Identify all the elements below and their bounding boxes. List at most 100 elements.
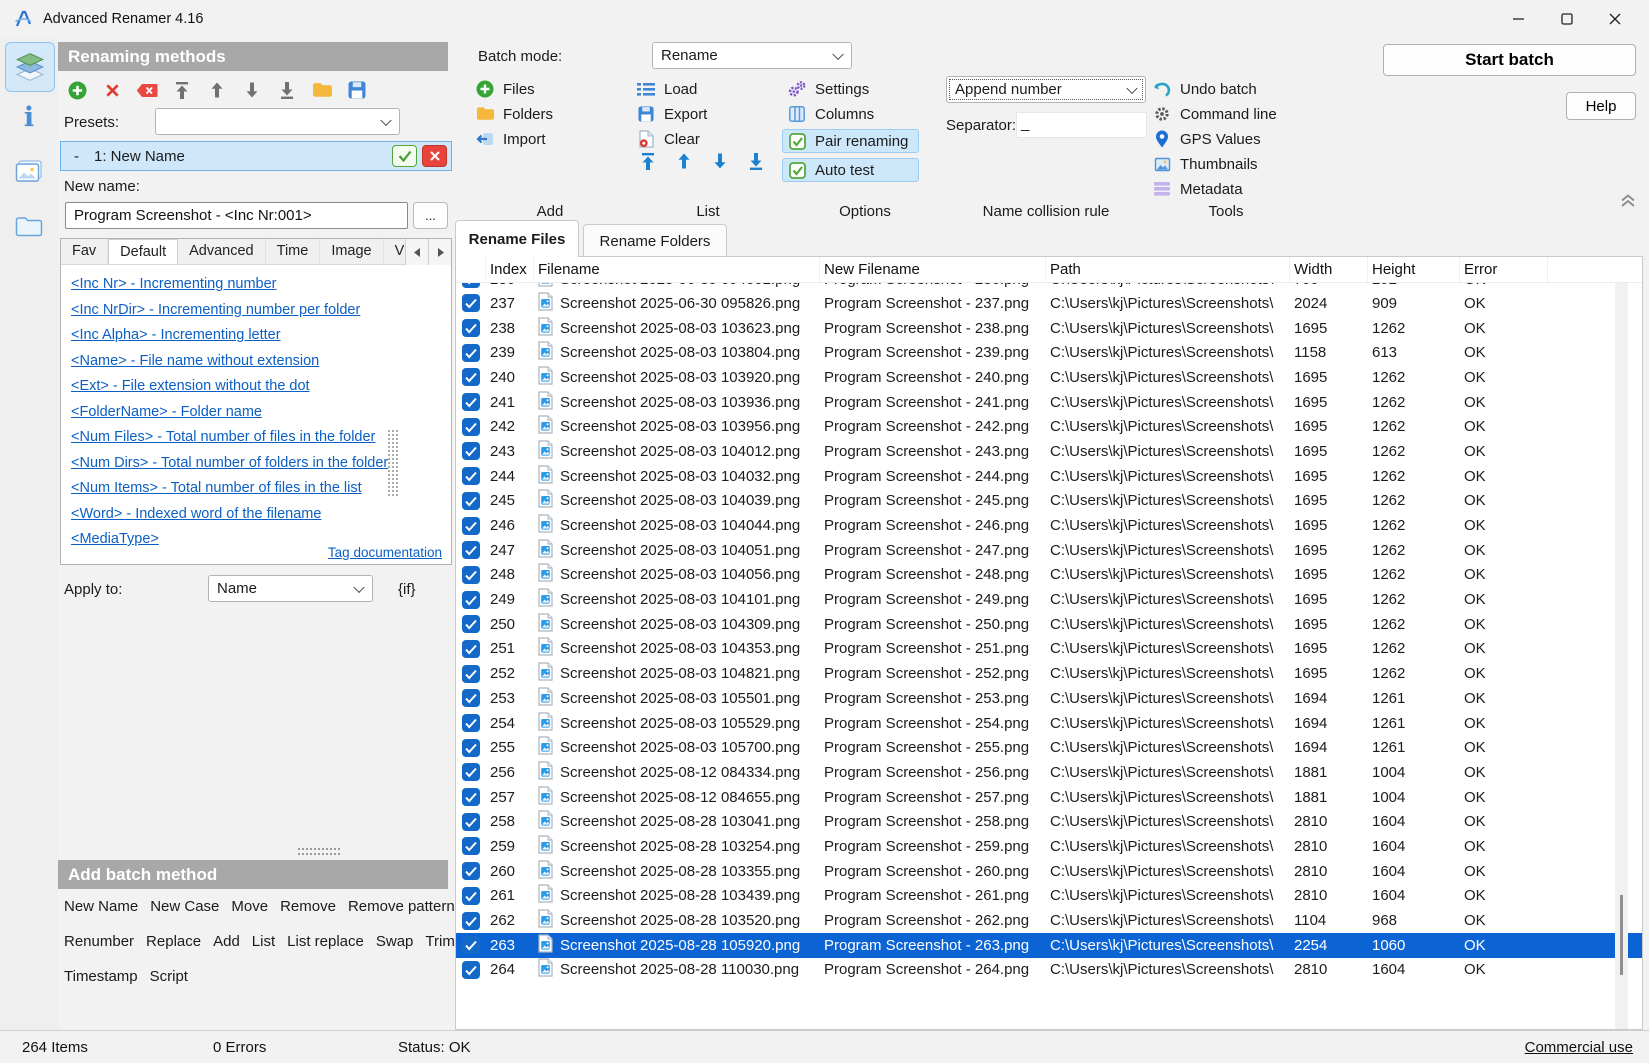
tab-scroll-right-button[interactable] — [428, 239, 451, 265]
row-checkbox[interactable] — [456, 615, 486, 633]
table-row[interactable]: 247Screenshot 2025-08-03 104051.pngProgr… — [456, 538, 1642, 563]
move-method-bottom-button[interactable] — [276, 79, 298, 101]
row-checkbox[interactable] — [456, 640, 486, 658]
batch-method-trim[interactable]: Trim — [425, 933, 454, 951]
table-row[interactable]: 261Screenshot 2025-08-28 103439.pngProgr… — [456, 884, 1642, 909]
col-height[interactable]: Height — [1368, 257, 1460, 282]
row-checkbox[interactable] — [456, 319, 486, 337]
metadata-button[interactable]: Metadata — [1152, 179, 1277, 199]
image-view-button[interactable] — [0, 160, 58, 184]
tag-link[interactable]: <Inc Nr> - Incrementing number — [71, 272, 441, 298]
row-checkbox[interactable] — [456, 591, 486, 609]
table-row[interactable]: 236Screenshot 2025-06-30 094002.pngProgr… — [456, 283, 1642, 291]
table-row[interactable]: 239Screenshot 2025-08-03 103804.pngProgr… — [456, 340, 1642, 365]
col-filename[interactable]: Filename — [534, 257, 820, 282]
batch-method-remove-pattern[interactable]: Remove pattern — [348, 898, 455, 916]
table-row[interactable]: 246Screenshot 2025-08-03 104044.pngProgr… — [456, 513, 1642, 538]
batch-mode-combobox[interactable]: Rename — [652, 42, 852, 69]
row-checkbox[interactable] — [456, 517, 486, 535]
row-checkbox[interactable] — [456, 418, 486, 436]
row-checkbox[interactable] — [456, 961, 486, 979]
batch-method-replace[interactable]: Replace — [146, 933, 201, 951]
row-checkbox[interactable] — [456, 467, 486, 485]
tag-link[interactable]: <Num Files> - Total number of files in t… — [71, 425, 441, 451]
batch-method-list-replace[interactable]: List replace — [287, 933, 364, 951]
row-checkbox[interactable] — [456, 283, 486, 288]
col-index[interactable]: Index — [486, 257, 534, 282]
renaming-methods-view-button[interactable] — [5, 42, 55, 92]
batch-method-remove[interactable]: Remove — [280, 898, 336, 916]
row-checkbox[interactable] — [456, 541, 486, 559]
batch-method-swap[interactable]: Swap — [376, 933, 414, 951]
move-file-up-button[interactable] — [677, 153, 691, 174]
browse-button[interactable]: ... — [413, 202, 448, 229]
table-row[interactable]: 251Screenshot 2025-08-03 104353.pngProgr… — [456, 637, 1642, 662]
col-error[interactable]: Error — [1460, 257, 1548, 282]
tag-tab-default[interactable]: Default — [108, 239, 178, 264]
row-checkbox[interactable] — [456, 492, 486, 510]
batch-method-timestamp[interactable]: Timestamp — [64, 968, 138, 986]
table-row[interactable]: 258Screenshot 2025-08-28 103041.pngProgr… — [456, 809, 1642, 834]
apply-to-combobox[interactable]: Name — [208, 575, 373, 602]
table-row[interactable]: 250Screenshot 2025-08-03 104309.pngProgr… — [456, 612, 1642, 637]
col-path[interactable]: Path — [1046, 257, 1290, 282]
tab-scroll-left-button[interactable] — [405, 239, 428, 265]
move-method-up-button[interactable] — [206, 79, 228, 101]
table-row[interactable]: 262Screenshot 2025-08-28 103520.pngProgr… — [456, 908, 1642, 933]
batch-method-add[interactable]: Add — [213, 933, 240, 951]
table-row[interactable]: 242Screenshot 2025-08-03 103956.pngProgr… — [456, 414, 1642, 439]
row-checkbox[interactable] — [456, 368, 486, 386]
vertical-scrollbar[interactable] — [1615, 283, 1628, 1029]
new-name-input[interactable] — [65, 202, 408, 229]
tag-link[interactable]: <Word> - Indexed word of the filename — [71, 502, 441, 528]
export-list-button[interactable]: Export — [636, 104, 707, 124]
add-files-button[interactable]: Files — [475, 79, 553, 99]
tag-link[interactable]: <Name> - File name without extension — [71, 349, 441, 375]
thumbnails-button[interactable]: Thumbnails — [1152, 154, 1277, 174]
col-checkbox[interactable] — [456, 257, 486, 282]
move-method-top-button[interactable] — [171, 79, 193, 101]
tag-documentation-link[interactable]: Tag documentation — [328, 545, 442, 560]
row-checkbox[interactable] — [456, 936, 486, 954]
auto-test-toggle[interactable]: Auto test — [782, 158, 919, 182]
undo-batch-button[interactable]: Undo batch — [1152, 79, 1277, 99]
batch-method-script[interactable]: Script — [150, 968, 188, 986]
method-collapse-toggle[interactable]: - — [74, 148, 79, 165]
table-row[interactable]: 254Screenshot 2025-08-03 105529.pngProgr… — [456, 711, 1642, 736]
horizontal-splitter-handle[interactable] — [298, 848, 340, 858]
add-folders-button[interactable]: Folders — [475, 104, 553, 124]
table-row[interactable]: 244Screenshot 2025-08-03 104032.pngProgr… — [456, 464, 1642, 489]
table-row[interactable]: 249Screenshot 2025-08-03 104101.pngProgr… — [456, 587, 1642, 612]
folder-view-button[interactable] — [0, 216, 58, 238]
table-row[interactable]: 240Screenshot 2025-08-03 103920.pngProgr… — [456, 365, 1642, 390]
row-checkbox[interactable] — [456, 294, 486, 312]
import-button[interactable]: Import — [475, 129, 553, 149]
clear-methods-icon-button[interactable] — [136, 79, 158, 101]
row-checkbox[interactable] — [456, 344, 486, 362]
pair-renaming-toggle[interactable]: Pair renaming — [782, 129, 919, 153]
if-tag-label[interactable]: {if} — [398, 581, 416, 598]
row-checkbox[interactable] — [456, 763, 486, 781]
tag-link[interactable]: <Inc NrDir> - Incrementing number per fo… — [71, 298, 441, 324]
table-row[interactable]: 252Screenshot 2025-08-03 104821.pngProgr… — [456, 661, 1642, 686]
tag-link[interactable]: <Num Dirs> - Total number of folders in … — [71, 451, 441, 477]
row-checkbox[interactable] — [456, 813, 486, 831]
row-checkbox[interactable] — [456, 739, 486, 757]
help-button[interactable]: Help — [1566, 92, 1636, 120]
table-row[interactable]: 237Screenshot 2025-06-30 095826.pngProgr… — [456, 291, 1642, 316]
close-button[interactable] — [1591, 0, 1639, 38]
remove-method-button[interactable] — [101, 79, 123, 101]
row-checkbox[interactable] — [456, 665, 486, 683]
row-checkbox[interactable] — [456, 714, 486, 732]
table-row[interactable]: 259Screenshot 2025-08-28 103254.pngProgr… — [456, 834, 1642, 859]
table-row[interactable]: 238Screenshot 2025-08-03 103623.pngProgr… — [456, 316, 1642, 341]
table-row[interactable]: 256Screenshot 2025-08-12 084334.pngProgr… — [456, 760, 1642, 785]
separator-input[interactable]: _ — [1016, 112, 1147, 138]
presets-combobox[interactable] — [155, 108, 400, 135]
columns-button[interactable]: Columns — [787, 104, 919, 124]
row-checkbox[interactable] — [456, 862, 486, 880]
scrollbar-thumb[interactable] — [1620, 895, 1623, 975]
tag-link[interactable]: <Ext> - File extension without the dot — [71, 374, 441, 400]
table-row[interactable]: 255Screenshot 2025-08-03 105700.pngProgr… — [456, 735, 1642, 760]
clear-list-button[interactable]: Clear — [636, 129, 707, 149]
